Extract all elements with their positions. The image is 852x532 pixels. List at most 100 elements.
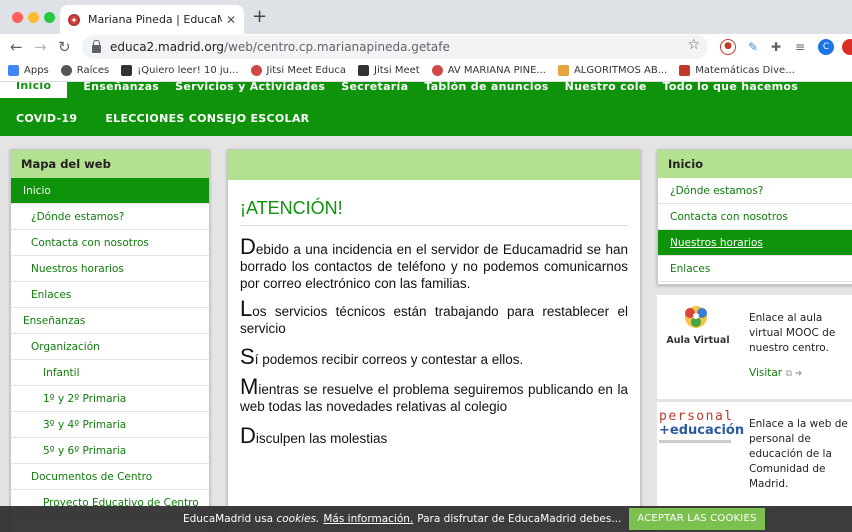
paragraph-text: os servicios técnicos están trabajando p… <box>240 304 628 336</box>
bookmark-label: ¡Quiero leer! 10 ju... <box>137 65 239 76</box>
site-map-item[interactable]: 1º y 2º Primaria <box>11 386 209 412</box>
personal-educacion-logo[interactable]: personal +educación <box>659 409 744 446</box>
forward-arrow-icon[interactable]: → <box>34 37 47 57</box>
site-map-panel: Mapa del web Inicio ¿Dónde estamos? Contac… <box>10 149 210 532</box>
visitar-label: Visitar <box>749 367 783 379</box>
back-arrow-icon[interactable]: ← <box>10 37 23 57</box>
inicio-menu-item[interactable]: Enlaces <box>658 256 852 282</box>
inicio-menu-item[interactable]: ¿Dónde estamos? <box>658 178 852 204</box>
notice-paragraph: Debido a una incidencia en el servidor d… <box>240 236 628 292</box>
address-bar[interactable]: educa2.madrid.org/web/centro.cp.marianap… <box>82 35 708 59</box>
website: Inicio Enseñanzas Servicios y Actividades S… <box>0 82 852 532</box>
bookmark-item[interactable]: Raíces <box>60 65 110 76</box>
aula-virtual-text: Enlace al aula virtual MOOC de nuestro c… <box>749 312 836 354</box>
bookmark-label: Jitsi Meet Educa <box>266 65 347 76</box>
drop-cap: L <box>240 296 253 321</box>
accept-cookies-button[interactable]: ACEPTAR LAS COOKIES <box>629 508 765 530</box>
cookie-suffix: Para disfrutar de EducaMadrid debes... <box>417 513 622 525</box>
paragraph-text: í podemos recibir correos y contestar a … <box>254 352 524 367</box>
extension-feather-icon[interactable]: ✎ <box>745 39 761 55</box>
notice-panel-header <box>228 150 640 180</box>
bookmark-label: Apps <box>24 65 49 76</box>
bookmark-item[interactable]: ALGORITMOS AB... <box>557 65 668 76</box>
main-nav-row-2: COVID-19 ELECCIONES CONSEJO ESCOLAR <box>0 112 321 126</box>
drop-cap: S <box>240 344 255 369</box>
apps-grid-icon <box>8 65 19 76</box>
site-map-item[interactable]: ¿Dónde estamos? <box>11 204 209 230</box>
reload-icon[interactable]: ↻ <box>58 37 71 57</box>
site-map-item[interactable]: 3º y 4º Primaria <box>11 412 209 438</box>
nav-item[interactable]: Enseñanzas <box>67 82 159 102</box>
personal-logo-line1: personal <box>659 409 734 424</box>
bookmark-item[interactable]: Jitsi Meet Educa <box>250 65 347 76</box>
bookmarks-bar: Apps Raíces ¡Quiero leer! 10 ju... Jitsi Me… <box>0 60 852 82</box>
nav-item[interactable]: ELECCIONES CONSEJO ESCOLAR <box>89 112 321 126</box>
notice-divider <box>240 225 628 226</box>
aula-virtual-logo[interactable]: Aula Virtual <box>663 303 733 351</box>
site-map-item[interactable]: Inicio <box>11 178 209 204</box>
nav-item[interactable]: Todo lo que hacemos <box>647 82 799 102</box>
bookmark-label: Raíces <box>76 65 110 76</box>
media-queue-icon[interactable]: ≡ <box>792 39 808 55</box>
cookie-emph: cookies. <box>276 513 320 525</box>
bookmark-item[interactable]: Matemáticas Dive... <box>679 65 795 76</box>
drop-cap: M <box>240 374 259 399</box>
main-nav-row-1: Inicio Enseñanzas Servicios y Actividades S… <box>0 82 798 102</box>
bookmark-label: ALGORITMOS AB... <box>573 65 668 76</box>
site-map-item[interactable]: Nuestros horarios <box>11 256 209 282</box>
drop-cap: D <box>240 234 256 259</box>
nav-item[interactable]: Nuestro cole <box>549 82 647 102</box>
nav-item[interactable]: Servicios y Actividades <box>159 82 325 102</box>
bookmark-item[interactable]: Apps <box>8 65 49 76</box>
bookmark-label: AV MARIANA PINE... <box>447 65 546 76</box>
site-map-title: Mapa del web <box>11 150 209 178</box>
notice-paragraph: Disculpen las molestias <box>240 425 628 447</box>
close-tab-icon[interactable]: ✕ <box>226 13 236 27</box>
book-icon <box>121 65 133 76</box>
new-tab-icon[interactable]: + <box>252 8 267 26</box>
main-navigation: Inicio Enseñanzas Servicios y Actividades S… <box>0 82 852 136</box>
site-map-item[interactable]: 5º y 6º Primaria <box>11 438 209 464</box>
profile-avatar[interactable]: C <box>818 39 834 55</box>
extension-record-icon[interactable]: ● <box>720 39 736 55</box>
aula-virtual-visit-link[interactable]: Visitar ⧉ ➜ <box>749 366 802 382</box>
nav-item[interactable]: Tablón de anuncios <box>408 82 548 102</box>
inicio-menu-item[interactable]: Contacta con nosotros <box>658 204 852 230</box>
notice-title: ¡ATENCIÓN! <box>240 198 343 218</box>
close-window-button[interactable] <box>12 12 23 23</box>
cookie-more-info-link[interactable]: Más información. <box>323 513 413 525</box>
site-map-item[interactable]: Enlaces <box>11 282 209 308</box>
notice-paragraph: Mientras se resuelve el problema seguire… <box>240 376 628 415</box>
nav-item[interactable]: COVID-19 <box>0 112 89 126</box>
maximize-window-button[interactable] <box>44 12 55 23</box>
notice-paragraph: Los servicios técnicos están trabajando … <box>240 298 628 337</box>
algoritmos-icon <box>557 65 569 76</box>
bookmark-label: Jitsi Meet <box>374 65 420 76</box>
cookie-prefix: EducaMadrid usa <box>183 513 274 525</box>
browser-tab[interactable]: Mariana Pineda | EducaMadrid ✕ <box>60 5 244 34</box>
extension-red-icon[interactable] <box>842 39 852 55</box>
math-icon <box>679 65 691 76</box>
site-map-item[interactable]: Documentos de Centro <box>11 464 209 490</box>
bookmark-star-icon[interactable]: ☆ <box>687 37 700 53</box>
inicio-menu-list: ¿Dónde estamos? Contacta con nosotros Nues… <box>658 178 852 282</box>
inicio-menu-item[interactable]: Nuestros horarios <box>658 230 852 256</box>
url-path: /web/centro.cp.marianapineda.getafe <box>224 40 450 54</box>
site-map-item[interactable]: Contacta con nosotros <box>11 230 209 256</box>
educamadrid-icon <box>431 65 443 76</box>
nav-item[interactable]: Secretaría <box>325 82 408 102</box>
bookmark-item[interactable]: AV MARIANA PINE... <box>431 65 546 76</box>
site-map-item[interactable]: Infantil <box>11 360 209 386</box>
aula-virtual-logo-text: Aula Virtual <box>666 335 730 346</box>
site-map-item[interactable]: Organización <box>11 334 209 360</box>
personal-educacion-text: Enlace a la web de personal de educación… <box>749 418 848 490</box>
extensions-puzzle-icon[interactable]: ✚ <box>768 39 784 55</box>
bookmark-item[interactable]: Jitsi Meet <box>358 65 420 76</box>
minimize-window-button[interactable] <box>28 12 39 23</box>
external-link-icon: ⧉ ➜ <box>785 369 803 379</box>
browser-tab-bar: Mariana Pineda | EducaMadrid ✕ + <box>0 0 852 34</box>
personal-logo-subline <box>659 440 731 443</box>
nav-item[interactable]: Inicio <box>0 82 68 98</box>
bookmark-item[interactable]: ¡Quiero leer! 10 ju... <box>121 65 239 76</box>
site-map-item[interactable]: Enseñanzas <box>11 308 209 334</box>
